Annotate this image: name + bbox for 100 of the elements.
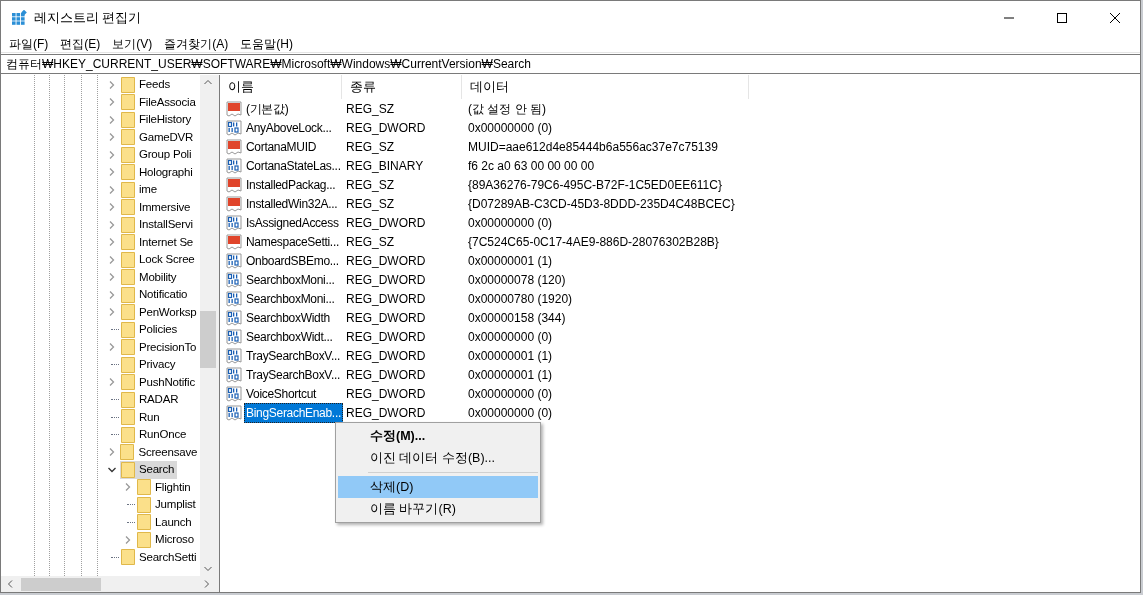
- tree-item[interactable]: RunOnce: [120, 426, 190, 444]
- value-type: REG_DWORD: [345, 119, 427, 137]
- window-title: 레지스트리 편집기: [34, 9, 142, 27]
- tree-item[interactable]: Group Poli: [120, 146, 195, 164]
- value-type: REG_DWORD: [345, 404, 427, 422]
- folder-icon: [121, 374, 135, 391]
- value-type: REG_SZ: [345, 176, 395, 194]
- tree-item[interactable]: Microso: [136, 531, 197, 549]
- folder-icon: [121, 216, 135, 233]
- value-type: REG_DWORD: [345, 214, 427, 232]
- value-name[interactable]: SearchboxWidth: [244, 307, 332, 328]
- value-name[interactable]: CortanaStateLas...: [244, 155, 343, 176]
- tree-item[interactable]: GameDVR: [120, 128, 197, 146]
- folder-icon: [137, 496, 151, 513]
- folder-icon: [121, 409, 135, 426]
- tree-item[interactable]: InstallServi: [120, 216, 196, 234]
- string-value-icon: [226, 233, 242, 250]
- value-name[interactable]: InstalledWin32A...: [244, 193, 340, 214]
- value-name[interactable]: IsAssignedAccess: [244, 212, 341, 233]
- value-name[interactable]: TraySearchBoxV...: [244, 364, 343, 385]
- tree-item[interactable]: Jumplist: [136, 496, 199, 514]
- tree-item[interactable]: Notificatio: [120, 286, 191, 304]
- folder-icon: [121, 129, 135, 146]
- value-name[interactable]: NamespaceSetti...: [244, 231, 341, 252]
- tree-item[interactable]: Search: [120, 461, 178, 479]
- close-icon: [1110, 13, 1120, 23]
- value-name[interactable]: VoiceShortcut: [244, 383, 319, 404]
- folder-icon: [121, 339, 135, 356]
- value-data: f6 2c a0 63 00 00 00 00: [467, 157, 595, 175]
- string-value-icon: [226, 176, 242, 193]
- value-data: MUID=aae612d4e85444b6a556ac37e7c75139: [467, 138, 718, 156]
- scroll-thumb[interactable]: [200, 311, 217, 368]
- tree-item[interactable]: Lock Scree: [120, 251, 198, 269]
- tree-item[interactable]: Launch: [136, 513, 195, 531]
- tree-item[interactable]: Flightin: [136, 478, 194, 496]
- menu-item[interactable]: 도움말(H): [234, 34, 299, 53]
- value-name[interactable]: BingSerachEnab...: [244, 402, 343, 423]
- tree-item[interactable]: Privacy: [120, 356, 179, 374]
- scroll-thumb[interactable]: [21, 577, 101, 591]
- value-name[interactable]: SearchboxWidt...: [244, 326, 335, 347]
- tree-item[interactable]: Internet Se: [120, 233, 197, 251]
- tree-item[interactable]: Holographi: [120, 163, 196, 181]
- tree-item[interactable]: Run: [120, 408, 163, 426]
- folder-icon: [137, 531, 151, 548]
- tree-item[interactable]: PrecisionTo: [120, 338, 200, 356]
- tree-item[interactable]: RADAR: [120, 391, 182, 409]
- folder-icon: [120, 444, 135, 461]
- tree-item[interactable]: SearchSetti: [120, 548, 200, 566]
- value-data: {D07289AB-C3CD-45D3-8DDD-235D4C48BCEC}: [467, 195, 735, 213]
- folder-icon: [121, 391, 135, 408]
- menu-item[interactable]: 즐겨찾기(A): [158, 34, 235, 53]
- column-header[interactable]: 데이터: [462, 75, 749, 99]
- value-data: 0x00000078 (120): [467, 271, 566, 289]
- value-name[interactable]: (기본값): [244, 98, 291, 119]
- menu-item[interactable]: 편집(E): [54, 34, 107, 53]
- binary-value-icon: [226, 157, 242, 174]
- address-bar[interactable]: 컴퓨터₩HKEY_CURRENT_USER₩SOFTWARE₩Microsoft₩Windows₩CurrentVersion₩Search: [1, 54, 1140, 74]
- tree-item[interactable]: Screensave: [119, 443, 201, 461]
- menu-item[interactable]: 파일(F): [3, 34, 55, 53]
- tree-item[interactable]: Feeds: [120, 76, 173, 94]
- context-menu-item[interactable]: 수정(M)...: [338, 425, 538, 447]
- value-name[interactable]: InstalledPackag...: [244, 174, 338, 195]
- value-type: REG_DWORD: [345, 385, 427, 403]
- value-name[interactable]: TraySearchBoxV...: [244, 345, 343, 366]
- value-data: (값 설정 안 됨): [467, 100, 546, 118]
- menu-item[interactable]: 보기(V): [106, 34, 159, 53]
- tree-item[interactable]: ime: [120, 181, 160, 199]
- column-header[interactable]: 이름: [220, 75, 342, 99]
- folder-icon: [121, 164, 135, 181]
- value-data: 0x00000158 (344): [467, 309, 566, 327]
- context-menu-item[interactable]: 삭제(D): [338, 476, 538, 498]
- tree-item[interactable]: FileAssocia: [120, 93, 199, 111]
- value-name[interactable]: AnyAboveLock...: [244, 117, 334, 138]
- vertical-scrollbar[interactable]: [200, 75, 216, 576]
- value-name[interactable]: CortanaMUID: [244, 136, 319, 157]
- tree-item[interactable]: FileHistory: [120, 111, 195, 129]
- folder-icon: [121, 321, 135, 338]
- scroll-up-icon[interactable]: [204, 79, 213, 85]
- scroll-left-icon[interactable]: [7, 580, 13, 588]
- value-name[interactable]: SearchboxMoni...: [244, 288, 337, 309]
- value-data: 0x00000000 (0): [467, 214, 553, 232]
- tree-item[interactable]: PushNotific: [120, 373, 198, 391]
- value-type: REG_SZ: [345, 138, 395, 156]
- registry-icon: [11, 10, 27, 26]
- scroll-right-icon[interactable]: [204, 580, 210, 588]
- context-menu-item[interactable]: 이름 바꾸기(R): [338, 498, 538, 520]
- tree-item[interactable]: Policies: [120, 321, 181, 339]
- context-menu-item[interactable]: 이진 데이터 수정(B)...: [338, 447, 538, 469]
- value-name[interactable]: SearchboxMoni...: [244, 269, 337, 290]
- value-type: REG_DWORD: [345, 309, 427, 327]
- folder-icon: [121, 269, 135, 286]
- folder-icon: [121, 461, 135, 478]
- horizontal-scrollbar[interactable]: [1, 576, 216, 592]
- column-header[interactable]: 종류: [342, 75, 462, 99]
- tree-item[interactable]: Immersive: [120, 198, 194, 216]
- folder-icon: [121, 549, 135, 566]
- tree-item[interactable]: PenWorksp: [120, 303, 200, 321]
- scroll-down-icon[interactable]: [204, 566, 213, 572]
- value-name[interactable]: OnboardSBEmo...: [244, 250, 341, 271]
- tree-item[interactable]: Mobility: [120, 268, 180, 286]
